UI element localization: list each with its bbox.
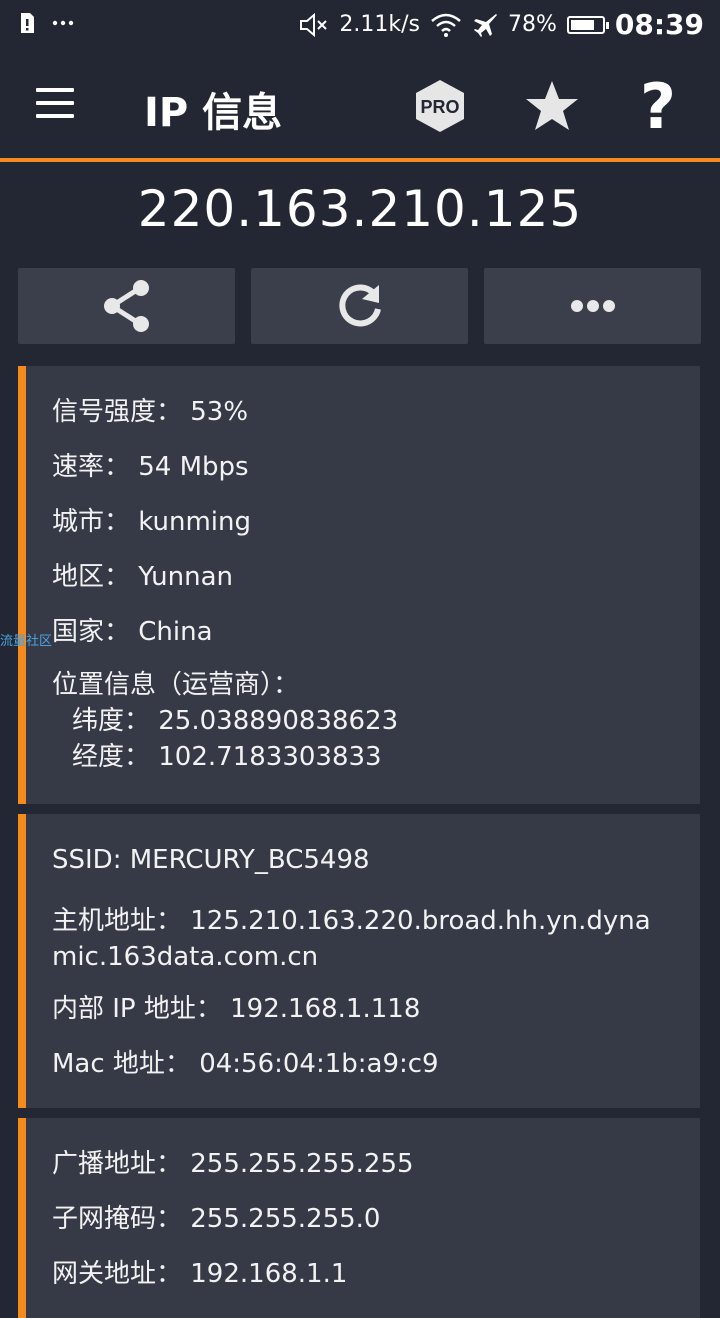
- signal-strength: 信号强度： 53%: [52, 397, 249, 427]
- help-button[interactable]: ?: [640, 70, 676, 143]
- more-dots-icon: [52, 20, 74, 26]
- city: 城市： kunming: [52, 507, 252, 537]
- mac-address: Mac 地址： 04:56:04:1b:a9:c9: [52, 1049, 439, 1079]
- longitude: 经度： 102.7183303833: [72, 742, 382, 772]
- star-icon[interactable]: [524, 78, 580, 134]
- ip-address: 220.163.210.125: [137, 180, 583, 238]
- subnet-info-card: 广播地址： 255.255.255.255 子网掩码： 255.255.255.…: [18, 1118, 700, 1318]
- appbar-divider: [0, 158, 720, 162]
- clock: 08:39: [614, 8, 704, 41]
- region: 地区： Yunnan: [52, 562, 234, 592]
- subnet-mask: 子网掩码： 255.255.255.0: [52, 1204, 381, 1234]
- network-speed: 2.11k/s: [339, 12, 420, 37]
- latitude: 纬度： 25.038890838623: [72, 706, 399, 736]
- airplane-icon: [473, 13, 497, 37]
- country: 国家： China: [52, 617, 213, 647]
- share-icon: [103, 280, 149, 332]
- pro-badge-button[interactable]: PRO: [414, 78, 466, 134]
- broadcast-address: 广播地址： 255.255.255.255: [52, 1149, 414, 1179]
- sim-alert-icon: [21, 13, 34, 33]
- wifi-icon: [431, 13, 461, 37]
- network-info-card: 信号强度： 53% 速率： 54 Mbps 城市： kunming 地区： Yu…: [18, 366, 700, 804]
- page-title: IP 信息: [144, 90, 283, 136]
- internal-ip: 内部 IP 地址： 192.168.1.118: [52, 994, 421, 1024]
- battery-percent: 78%: [507, 12, 557, 37]
- watermark: 流量社区: [0, 634, 53, 649]
- wifi-info-card: SSID: MERCURY_BC5498 主机地址： 125.210.163.2…: [18, 814, 700, 1108]
- mute-icon: [300, 12, 328, 37]
- menu-icon[interactable]: [36, 88, 76, 118]
- link-speed: 速率： 54 Mbps: [52, 452, 249, 482]
- pro-label: PRO: [420, 97, 459, 117]
- status-bar: 2.11k/s 78% 08:39: [0, 0, 720, 50]
- location-title: 位置信息（运营商）：: [52, 670, 300, 700]
- ssid: SSID: MERCURY_BC5498: [52, 845, 370, 875]
- share-button[interactable]: [18, 268, 235, 344]
- host-address: 主机地址： 125.210.163.220.broad.hh.yn.dynami…: [52, 906, 651, 972]
- more-button[interactable]: [484, 268, 701, 344]
- more-icon: [570, 300, 615, 312]
- battery-icon: [566, 15, 609, 34]
- refresh-button[interactable]: [251, 268, 468, 344]
- app-bar: IP 信息 PRO ?: [0, 50, 720, 158]
- refresh-icon: [338, 284, 381, 327]
